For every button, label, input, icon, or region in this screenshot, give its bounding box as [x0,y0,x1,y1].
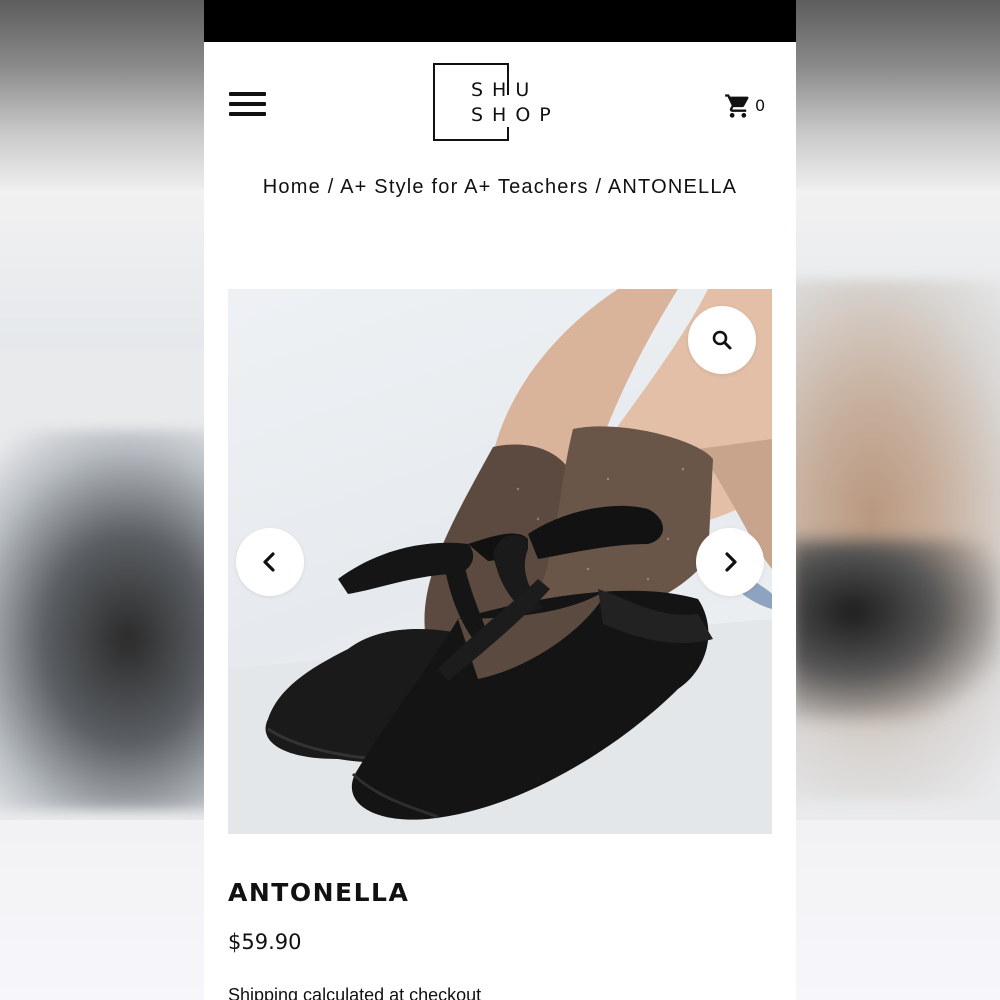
shopping-cart-icon [725,94,749,118]
chevron-right-icon [725,552,737,572]
chevron-left-icon [263,552,275,572]
zoom-button[interactable] [688,306,756,374]
breadcrumb-current: ANTONELLA [607,176,738,198]
previous-image-button[interactable] [236,528,304,596]
cart-count: 0 [755,96,766,115]
breadcrumb-separator: / [327,176,341,198]
logo-text-line1: SHU [471,79,539,101]
logo-frame-edge [507,127,509,141]
breadcrumb-separator: / [595,176,608,198]
breadcrumb: Home / A+ Style for A+ Teachers / ANTONE… [204,176,796,199]
logo-text-line2: SHOP [471,104,560,126]
menu-button[interactable] [228,90,268,120]
next-image-button[interactable] [696,528,764,596]
breadcrumb-home[interactable]: Home [263,176,321,198]
magnifier-icon [712,330,732,350]
product-price: $59.90 [228,930,302,954]
logo-frame [433,63,509,141]
hamburger-line [229,112,266,116]
status-bar [204,0,796,42]
hamburger-line [229,102,266,106]
hamburger-menu-icon [229,92,266,96]
shop-logo[interactable]: SHU SHOP [433,63,569,145]
breadcrumb-collection[interactable]: A+ Style for A+ Teachers [340,176,589,198]
shipping-link[interactable]: Shipping calculated at checkout [228,985,481,1000]
mobile-page: SHU SHOP 0 Home / A+ Style for A+ Teache… [204,0,796,1000]
cart-button[interactable]: 0 [724,92,774,122]
product-title: ANTONELLA [228,878,410,907]
product-image-gallery[interactable] [228,289,772,834]
